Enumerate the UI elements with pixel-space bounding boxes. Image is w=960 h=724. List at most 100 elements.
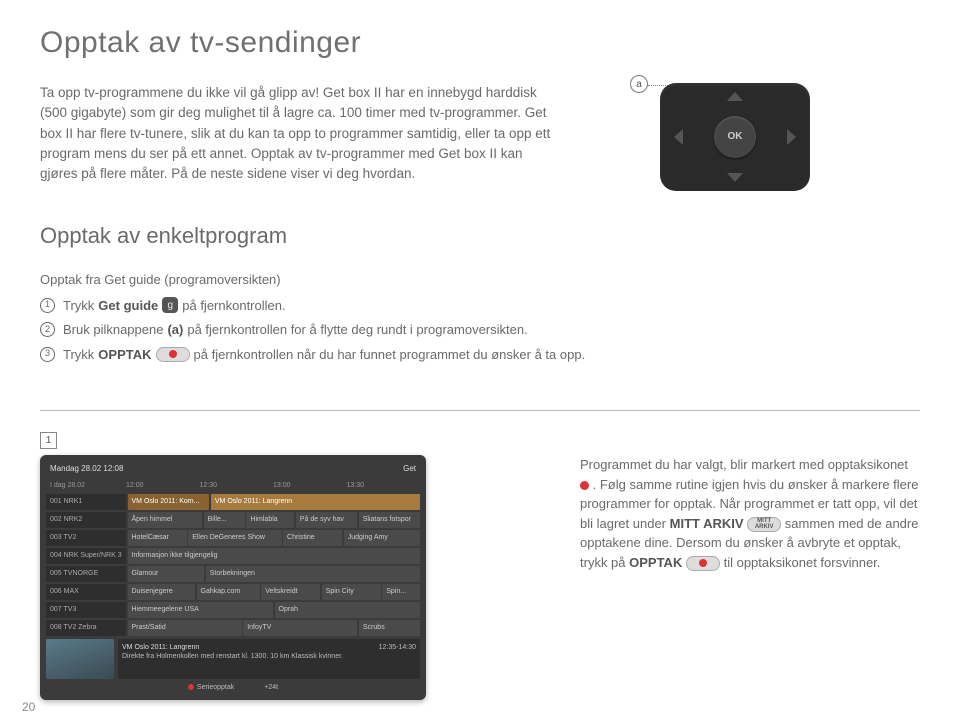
steps-subheading: Opptak fra Get guide (programoversikten) [40,270,920,290]
epg-row: 002 NRK2 Åpen himmel Bille... Himlabla P… [46,512,420,529]
epg-row: 003 TV2 HotelCæsar Ellen DeGeneres Show … [46,530,420,547]
epg-channel: 004 NRK Super/NRK 3 [46,548,126,565]
remote-reference-a: a [630,75,648,93]
guide-reference-1: 1 [40,432,57,449]
epg-date: Mandag 28.02 12:08 [50,463,123,475]
epg-channel: 002 NRK2 [46,512,126,529]
step-1: 1 Trykk Get guide g på fjernkontrollen. [40,296,920,316]
step3-text-a: Trykk [63,345,94,365]
lower-block: 1 Mandag 28.02 12:08 Get I dag 28.02 12:… [40,429,920,700]
epg-channel: 008 TV2 Zebra [46,620,126,637]
epg-cell: Informasjon ikke tilgjengelig [128,548,421,565]
remote-dpad: OK [660,83,810,191]
intro-paragraph: Ta opp tv-programmene du ikke vil gå gli… [40,83,560,184]
epg-cell: VM Oslo 2011: Langrenn [211,494,420,511]
guide-button-icon: g [162,297,178,313]
step3-text-c: på fjernkontrollen når du har funnet pro… [194,345,586,365]
epg-time-row: I dag 28.02 12:00 12:30 13:00 13:30 [46,479,420,494]
epg-series-record: Serieopptak [188,683,234,694]
rt-opptak: OPPTAK [629,555,682,570]
epg-cell: Spin... [382,584,420,601]
epg-row: 008 TV2 Zebra Prast/Satid InfoyTV Scrubs [46,620,420,637]
step-number-2: 2 [40,322,55,337]
epg-brand: Get [403,463,416,475]
epg-cell: Åpen himmel [128,512,203,529]
step2-ref-a: (a) [167,320,183,340]
step2-text-c: på fjernkontrollen for å flytte deg rund… [187,320,527,340]
epg-cell: Oprah [275,602,421,619]
epg-desc-title: VM Oslo 2011: Langrenn [122,643,199,652]
record-button-icon [156,347,190,362]
epg-cell: Gahkap.com [197,584,260,601]
divider [40,410,920,411]
epg-row: 001 NRK1 VM Oslo 2011: Kom... VM Oslo 20… [46,494,420,511]
epg-bottom-bar: Serieopptak +24t [46,679,420,694]
epg-cell: HotelCæsar [128,530,187,547]
epg-cell: Spin City [322,584,381,601]
epg-description: VM Oslo 2011: Langrenn 12:35-14:30 Direk… [118,639,420,679]
intro-block: Ta opp tv-programmene du ikke vil gå gli… [40,83,920,191]
guide-screenshot-area: 1 Mandag 28.02 12:08 Get I dag 28.02 12:… [40,429,430,700]
epg-times-label: I dag 28.02 [46,481,126,492]
epg-channel: 001 NRK1 [46,494,126,511]
epg-cell: Veltskreidt [261,584,320,601]
epg-row: 005 TVNORGE Glamour Storbekningen [46,566,420,583]
record-button-icon [686,556,720,571]
epg-channel: 007 TV3 [46,602,126,619]
epg-cell: Duisenjegere [128,584,196,601]
epg-row: 007 TV3 Hiemmeegelene USA Oprah [46,602,420,619]
epg-row: 004 NRK Super/NRK 3 Informasjon ikke til… [46,548,420,565]
step3-bold: OPPTAK [98,345,151,365]
epg-cell: Glamour [128,566,205,583]
epg-time-1: 12:30 [200,481,274,492]
step1-bold: Get guide [98,296,158,316]
step2-text-a: Bruk pilknappene [63,320,163,340]
epg-channel: 003 TV2 [46,530,126,547]
result-paragraph: Programmet du har valgt, blir markert me… [580,429,920,572]
epg-cell: Prast/Satid [128,620,242,637]
epg-cell: Sliatans fotspor [359,512,420,529]
page-title: Opptak av tv-sendinger [40,20,920,65]
epg-desc-time: 12:35-14:30 [379,643,416,652]
epg-guide: Mandag 28.02 12:08 Get I dag 28.02 12:00… [40,455,426,700]
step-number-3: 3 [40,347,55,362]
epg-desc-body: Direkte fra Holmenkollen med renstart kl… [122,652,416,661]
epg-thumbnail [46,639,114,679]
rt-4: til opptaksikonet forsvinner. [724,555,881,570]
section-title: Opptak av enkeltprogram [40,219,920,252]
epg-time-2: 13:00 [273,481,347,492]
epg-cell: Himlabla [246,512,294,529]
ok-button: OK [714,116,756,158]
epg-cell: Judging Amy [344,530,420,547]
step-2: 2 Bruk pilknappene (a) på fjernkontrolle… [40,320,920,340]
epg-header: Mandag 28.02 12:08 Get [46,461,420,479]
steps-block: Opptak fra Get guide (programoversikten)… [40,270,920,364]
epg-cell: Scrubs [359,620,420,637]
step1-text-c: på fjernkontrollen. [182,296,285,316]
rt-1: Programmet du har valgt, blir markert me… [580,457,908,472]
epg-cell: InfoyTV [243,620,357,637]
arkiv-button-icon: MITT ARKIV [747,517,781,532]
epg-cell: Ellen DeGeneres Show [188,530,281,547]
page-number: 20 [22,698,35,716]
epg-footer: VM Oslo 2011: Langrenn 12:35-14:30 Direk… [46,639,420,679]
step-number-1: 1 [40,298,55,313]
epg-time-3: 13:30 [347,481,421,492]
step-3: 3 Trykk OPPTAK på fjernkontrollen når du… [40,345,920,365]
epg-plus24: +24t [264,683,278,694]
epg-cell: Hiemmeegelene USA [128,602,274,619]
epg-cell: På de syv hav [296,512,357,529]
remote-area: a OK [660,83,810,191]
rt-mitt-arkiv: MITT ARKIV [670,516,744,531]
epg-cell: VM Oslo 2011: Kom... [128,494,210,511]
arrow-right-icon [787,129,796,145]
step1-text-a: Trykk [63,296,94,316]
record-dot-icon [580,481,589,490]
epg-channel: 006 MAX [46,584,126,601]
arrow-left-icon [674,129,683,145]
epg-time-0: 12:00 [126,481,200,492]
epg-cell: Storbekningen [206,566,420,583]
arrow-down-icon [727,173,743,182]
arrow-up-icon [727,92,743,101]
epg-row: 006 MAX Duisenjegere Gahkap.com Veltskre… [46,584,420,601]
